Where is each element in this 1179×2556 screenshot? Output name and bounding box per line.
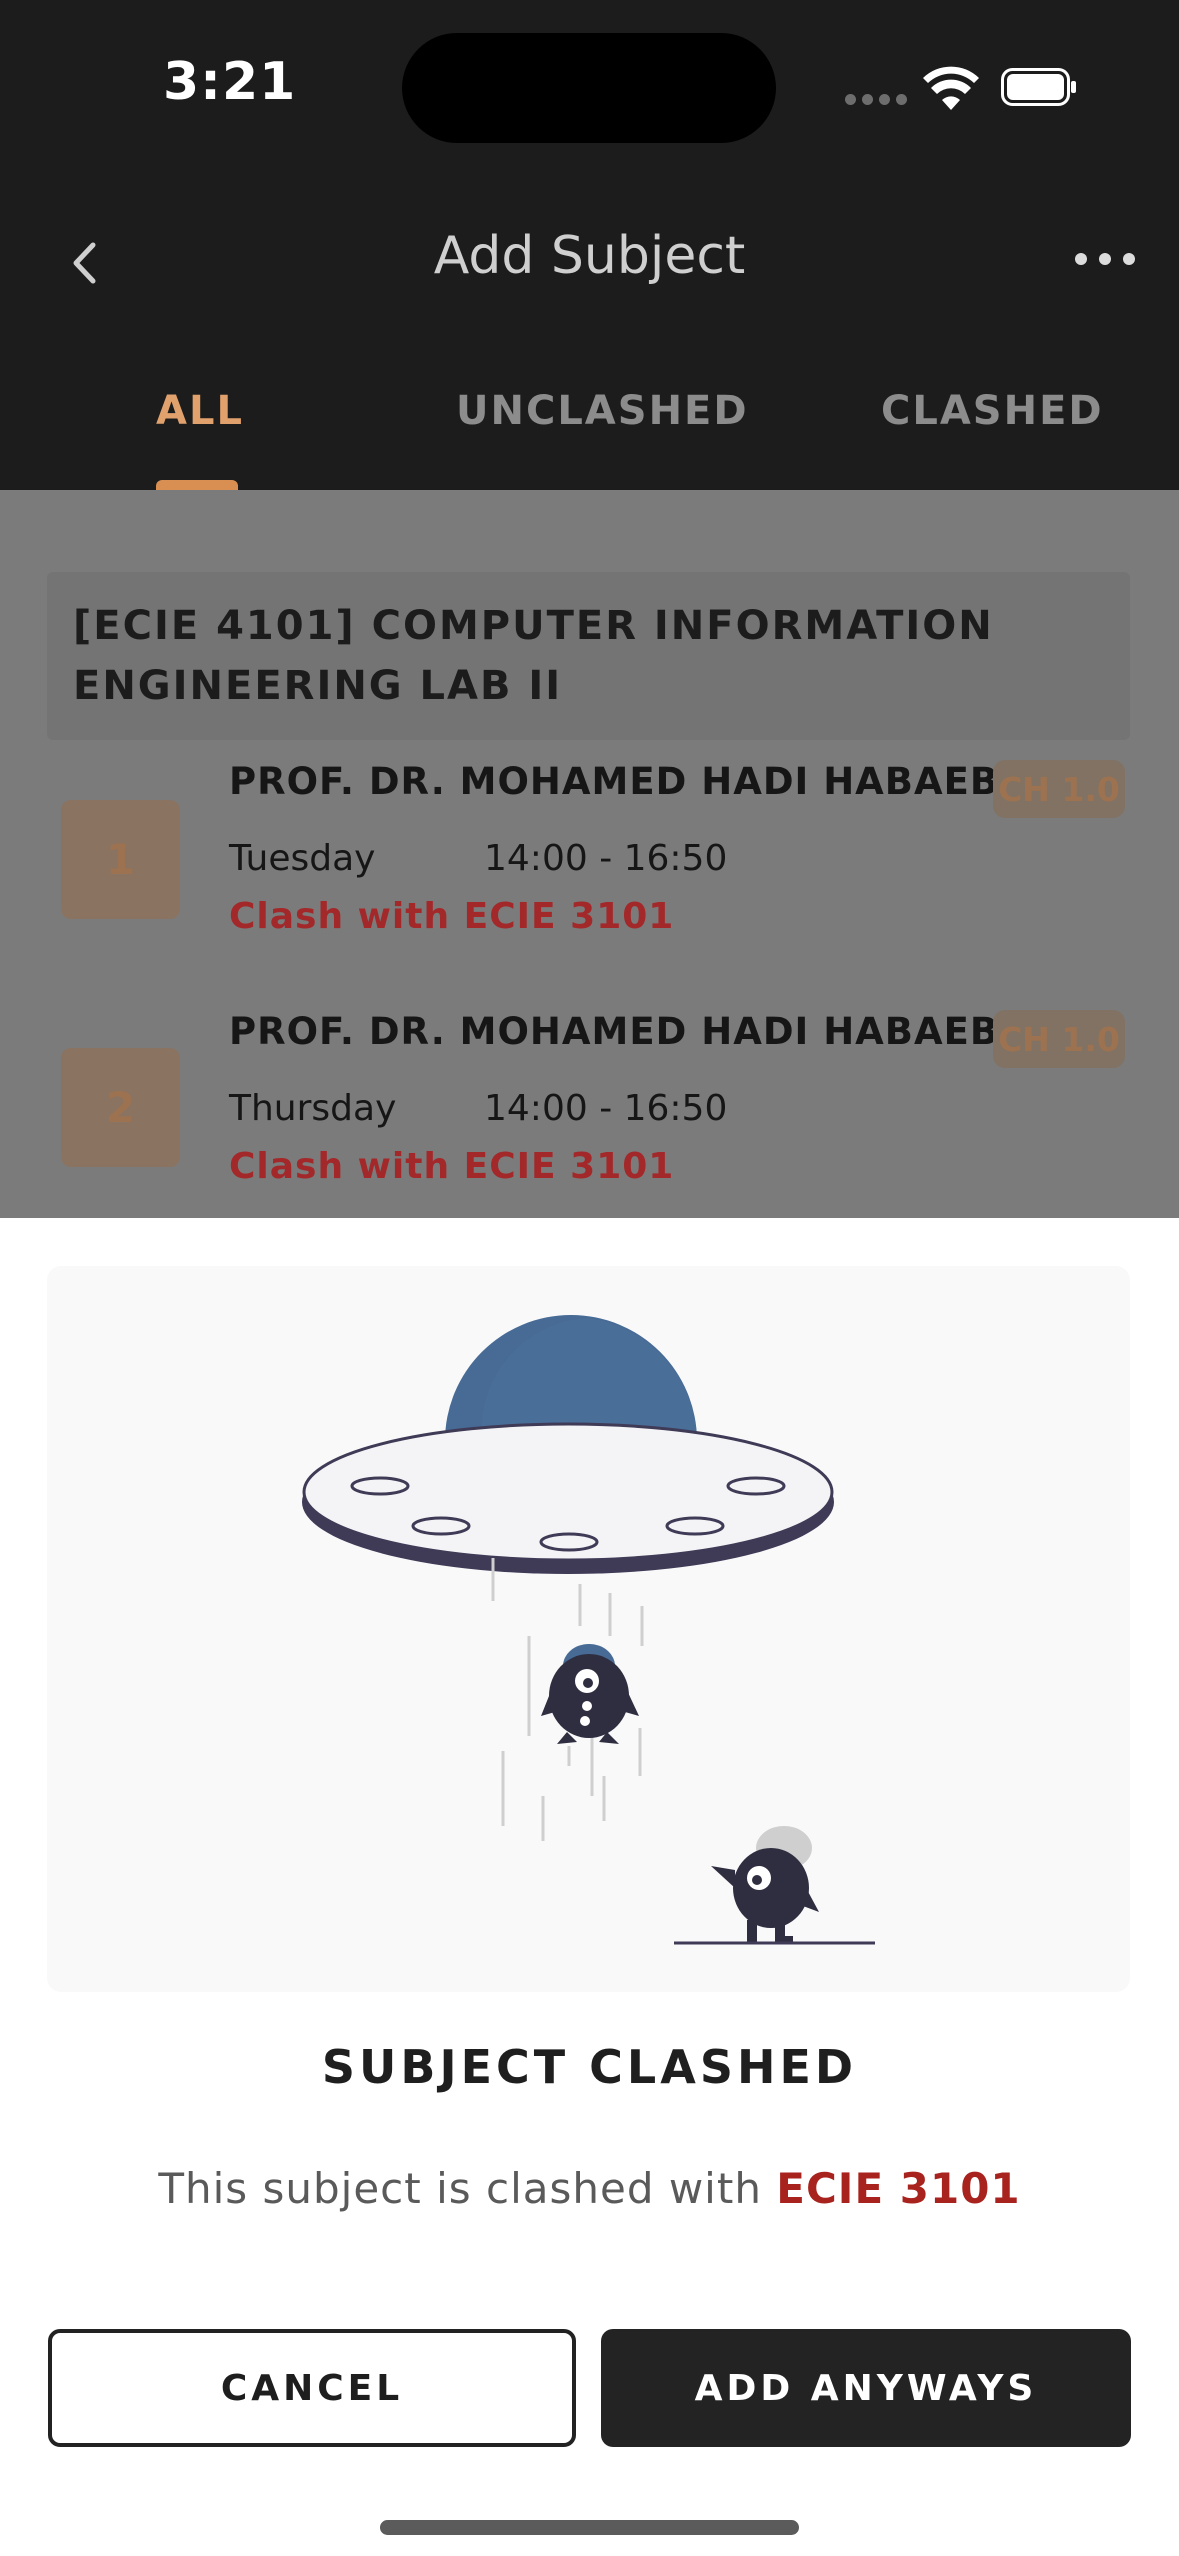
screen: 3:21 Add Subject ALL UNCLASHED CLASHED [… — [0, 0, 1179, 2556]
clashed-subject-code: ECIE 3101 — [776, 2164, 1021, 2213]
clash-note: Clash with ECIE 3101 — [229, 1146, 675, 1187]
dialog-message-text: This subject is clashed with — [158, 2164, 777, 2213]
ufo-abduction-illustration — [302, 1315, 875, 1945]
credit-hour-badge: CH 1.0 — [993, 1010, 1125, 1068]
lecturer-name: PROF. DR. MOHAMED HADI HABAEBI — [229, 760, 1014, 803]
subject-title: [ECIE 4101] COMPUTER INFORMATION ENGINEE… — [73, 603, 994, 709]
subject-header: [ECIE 4101] COMPUTER INFORMATION ENGINEE… — [47, 572, 1130, 740]
cancel-button[interactable]: CANCEL — [48, 2329, 576, 2447]
credit-hour-badge: CH 1.0 — [993, 760, 1125, 818]
more-horizontal-icon — [1075, 253, 1087, 265]
section-time: 14:00 - 16:50 — [484, 838, 728, 879]
battery-icon — [1001, 68, 1076, 106]
ufo-illustration — [47, 1266, 1130, 1992]
section-item[interactable]: 2 PROF. DR. MOHAMED HADI HABAEBI CH 1.0 … — [0, 1010, 1179, 1218]
section-number: 2 — [61, 1048, 180, 1167]
more-options-button[interactable] — [1075, 244, 1135, 274]
clash-dialog: SUBJECT CLASHED This subject is clashed … — [0, 1218, 1179, 2556]
status-time: 3:21 — [163, 52, 297, 112]
tab-unclashed[interactable]: UNCLASHED — [456, 388, 749, 434]
wifi-icon — [923, 66, 979, 110]
lecturer-name: PROF. DR. MOHAMED HADI HABAEBI — [229, 1010, 1014, 1053]
section-day: Thursday — [229, 1088, 397, 1129]
home-indicator[interactable] — [380, 2520, 799, 2535]
dynamic-island — [402, 33, 776, 143]
tab-indicator — [156, 480, 238, 490]
section-number: 1 — [61, 800, 180, 919]
add-anyways-button[interactable]: ADD ANYWAYS — [601, 2329, 1131, 2447]
section-item[interactable]: 1 PROF. DR. MOHAMED HADI HABAEBI CH 1.0 … — [0, 760, 1179, 990]
tab-all[interactable]: ALL — [156, 388, 244, 434]
tab-clashed[interactable]: CLASHED — [881, 388, 1104, 434]
cellular-signal-icon — [845, 94, 907, 106]
app-header: 3:21 Add Subject ALL UNCLASHED CLASHED — [0, 0, 1179, 490]
section-list: [ECIE 4101] COMPUTER INFORMATION ENGINEE… — [0, 490, 1179, 1218]
dialog-message: This subject is clashed with ECIE 3101 — [0, 2164, 1179, 2213]
page-title: Add Subject — [433, 226, 746, 286]
dialog-title: SUBJECT CLASHED — [321, 2040, 858, 2094]
clash-note: Clash with ECIE 3101 — [229, 896, 675, 937]
section-day: Tuesday — [229, 838, 376, 879]
section-time: 14:00 - 16:50 — [484, 1088, 728, 1129]
